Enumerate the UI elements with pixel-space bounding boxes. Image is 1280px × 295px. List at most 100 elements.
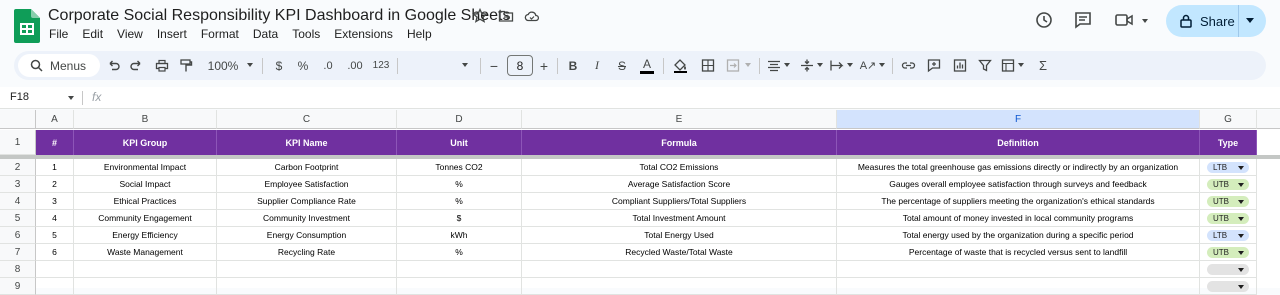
cell-unit[interactable]: $	[397, 210, 522, 227]
menu-help[interactable]: Help	[407, 27, 432, 41]
halign-dropdown-icon[interactable]	[784, 63, 790, 67]
type-dropdown-chip[interactable]: UTB	[1207, 247, 1249, 258]
cell-group[interactable]: Energy Efficiency	[74, 227, 217, 244]
row-header-8[interactable]: 8	[0, 261, 36, 278]
cell-type[interactable]: UTB	[1200, 244, 1257, 261]
type-dropdown-chip[interactable]: LTB	[1207, 230, 1249, 241]
cell-unit[interactable]: kWh	[397, 227, 522, 244]
row-header-6[interactable]: 6	[0, 227, 36, 244]
cell-name[interactable]: Employee Satisfaction	[217, 176, 397, 193]
cell-formula[interactable]	[522, 261, 837, 278]
cell-definition[interactable]: Total energy used by the organization du…	[837, 227, 1200, 244]
increase-font-size-button[interactable]: +	[538, 57, 550, 74]
type-dropdown-chip[interactable]: UTB	[1207, 196, 1249, 207]
cell-group[interactable]: Waste Management	[74, 244, 217, 261]
cell-group[interactable]: Social Impact	[74, 176, 217, 193]
cell-group[interactable]: Ethical Practices	[74, 193, 217, 210]
header-cell-kpi-name[interactable]: KPI Name	[217, 130, 397, 155]
column-header-e[interactable]: E	[522, 110, 837, 129]
name-box-dropdown-icon[interactable]	[68, 96, 74, 100]
cell-unit[interactable]: %	[397, 176, 522, 193]
undo-icon[interactable]	[106, 57, 120, 74]
cell-name[interactable]: Recycling Rate	[217, 244, 397, 261]
row-header-2[interactable]: 2	[0, 159, 36, 176]
cell-formula[interactable]: Compliant Suppliers/Total Suppliers	[522, 193, 837, 210]
meet-dropdown-icon[interactable]	[1142, 19, 1148, 23]
text-color-button[interactable]: A	[640, 57, 654, 74]
cell-formula[interactable]	[522, 278, 837, 295]
cell-group[interactable]: Community Engagement	[74, 210, 217, 227]
redo-icon[interactable]	[130, 57, 144, 74]
functions-button[interactable]: Σ	[1036, 57, 1050, 74]
decrease-font-size-button[interactable]: −	[488, 57, 500, 74]
text-rotation-button[interactable]: A↗	[860, 57, 877, 74]
bold-button[interactable]: B	[566, 57, 580, 74]
share-button[interactable]: Share	[1166, 5, 1266, 37]
fill-color-icon[interactable]	[673, 57, 688, 74]
cell-unit[interactable]: Tonnes CO2	[397, 159, 522, 176]
cell-group[interactable]	[74, 278, 217, 295]
cell-type[interactable]: LTB	[1200, 227, 1257, 244]
header-cell-kpi-group[interactable]: KPI Group	[74, 130, 217, 155]
italic-button[interactable]: I	[590, 57, 604, 74]
cell-name[interactable]: Community Investment	[217, 210, 397, 227]
name-box[interactable]: F18	[10, 91, 29, 103]
header-cell-number[interactable]: #	[36, 130, 74, 155]
cell-name[interactable]	[217, 261, 397, 278]
row-header-7[interactable]: 7	[0, 244, 36, 261]
currency-format-button[interactable]: $	[272, 57, 286, 74]
cell-type[interactable]: UTB	[1200, 210, 1257, 227]
cell-num[interactable]: 4	[36, 210, 74, 227]
menu-insert[interactable]: Insert	[157, 27, 187, 41]
header-cell-type[interactable]: Type	[1200, 130, 1257, 155]
borders-icon[interactable]	[701, 57, 715, 74]
cell-name[interactable]: Supplier Compliance Rate	[217, 193, 397, 210]
cell-num[interactable]: 6	[36, 244, 74, 261]
cell-definition[interactable]: Gauges overall employee satisfaction thr…	[837, 176, 1200, 193]
menu-file[interactable]: File	[49, 27, 68, 41]
cell-formula[interactable]: Total Energy Used	[522, 227, 837, 244]
merge-cells-icon[interactable]	[726, 57, 740, 74]
percent-format-button[interactable]: %	[296, 57, 310, 74]
menu-edit[interactable]: Edit	[82, 27, 103, 41]
meet-video-icon[interactable]	[1114, 10, 1134, 30]
cell-formula[interactable]: Average Satisfaction Score	[522, 176, 837, 193]
version-history-icon[interactable]	[1034, 10, 1054, 30]
cell-name[interactable]	[217, 278, 397, 295]
menu-data[interactable]: Data	[253, 27, 278, 41]
cell-unit[interactable]: %	[397, 244, 522, 261]
filter-views-icon[interactable]	[1001, 57, 1015, 74]
decrease-decimal-button[interactable]: .0	[320, 57, 336, 74]
zoom-select[interactable]: 100%	[205, 57, 241, 74]
cell-formula[interactable]: Recycled Waste/Total Waste	[522, 244, 837, 261]
menu-tools[interactable]: Tools	[292, 27, 320, 41]
formula-input[interactable]	[112, 89, 1272, 107]
increase-decimal-button[interactable]: .00	[345, 57, 365, 74]
row-header-9[interactable]: 9	[0, 278, 36, 295]
cell-num[interactable]	[36, 278, 74, 295]
move-folder-icon[interactable]	[498, 8, 514, 24]
font-size-input[interactable]: 8	[507, 55, 533, 76]
cell-group[interactable]	[74, 261, 217, 278]
type-dropdown-chip[interactable]: UTB	[1207, 213, 1249, 224]
menu-view[interactable]: View	[117, 27, 143, 41]
type-dropdown-chip[interactable]	[1207, 281, 1249, 292]
row-header-5[interactable]: 5	[0, 210, 36, 227]
column-header-d[interactable]: D	[397, 110, 522, 129]
strikethrough-button[interactable]: S	[615, 57, 629, 74]
cell-type[interactable]	[1200, 278, 1257, 295]
zoom-dropdown-icon[interactable]	[247, 63, 253, 67]
cell-name[interactable]: Energy Consumption	[217, 227, 397, 244]
column-header-g[interactable]: G	[1200, 110, 1257, 129]
cloud-status-icon[interactable]	[524, 8, 540, 24]
cell-num[interactable]	[36, 261, 74, 278]
cell-num[interactable]: 1	[36, 159, 74, 176]
row-header-4[interactable]: 4	[0, 193, 36, 210]
header-cell-unit[interactable]: Unit	[397, 130, 522, 155]
cell-unit[interactable]: %	[397, 193, 522, 210]
valign-dropdown-icon[interactable]	[817, 63, 823, 67]
rotation-dropdown-icon[interactable]	[879, 63, 885, 67]
cell-definition[interactable]: Measures the total greenhouse gas emissi…	[837, 159, 1200, 176]
menu-format[interactable]: Format	[201, 27, 239, 41]
vertical-align-icon[interactable]	[800, 57, 814, 74]
